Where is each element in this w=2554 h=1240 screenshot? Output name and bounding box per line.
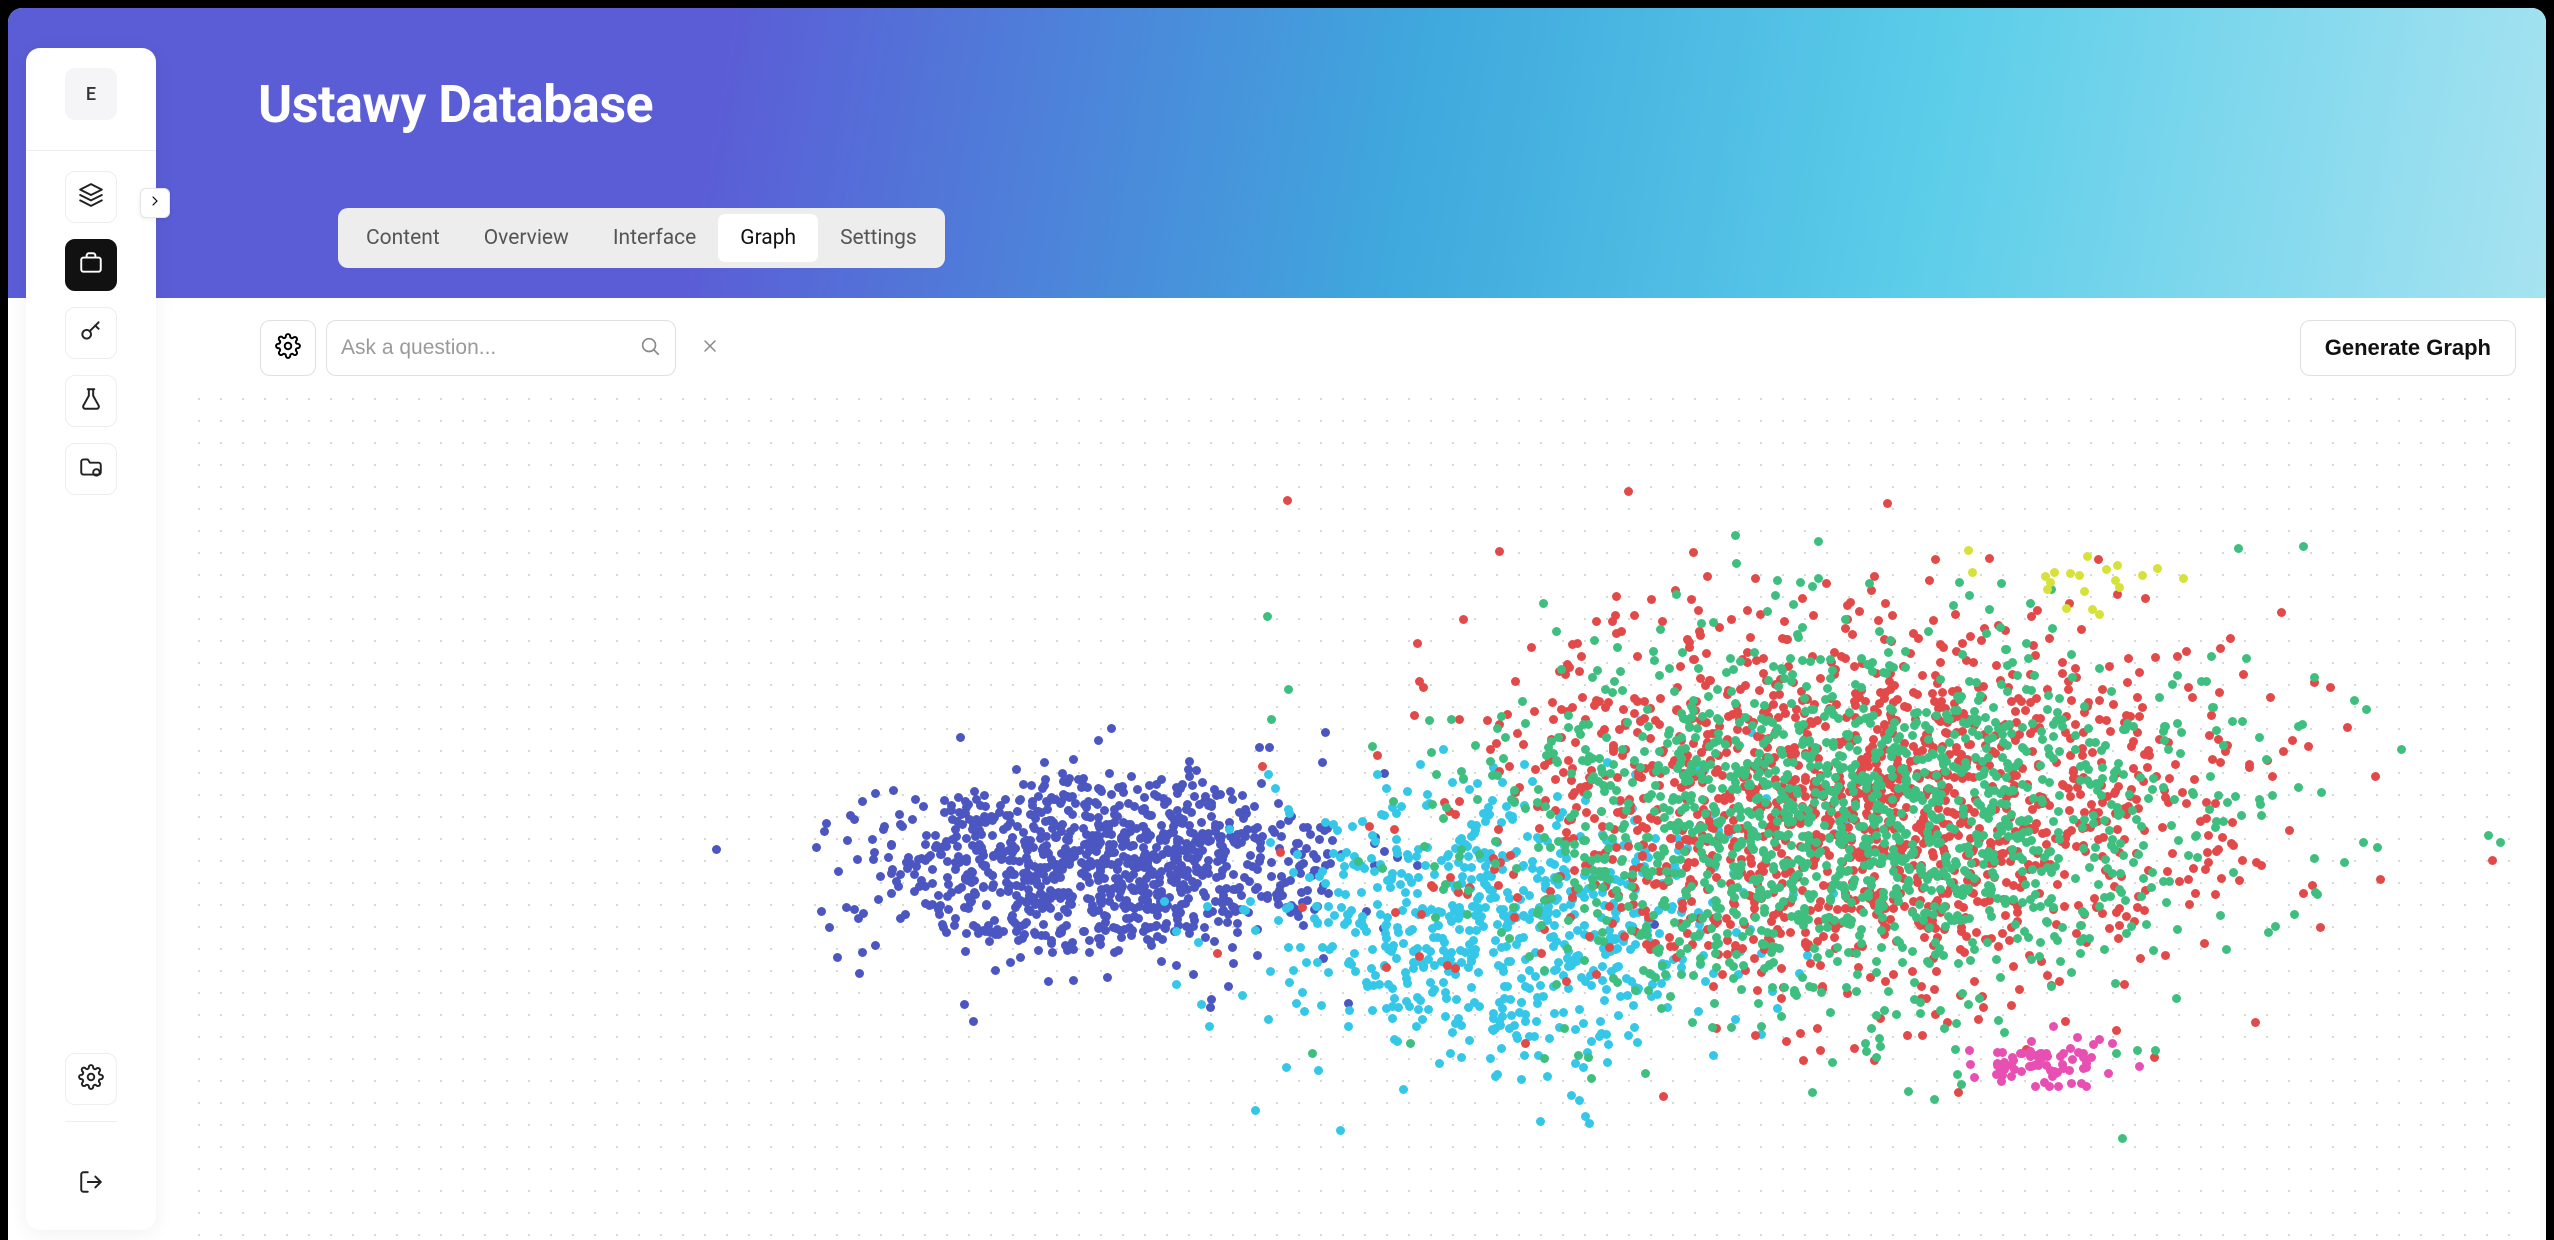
clear-search-button[interactable] xyxy=(686,320,734,376)
sidebar-item-keys[interactable] xyxy=(65,307,117,359)
key-icon xyxy=(78,318,104,348)
avatar[interactable]: E xyxy=(65,68,117,120)
app-frame: Ustawy Database Content Overview Interfa… xyxy=(8,8,2546,1240)
tab-graph[interactable]: Graph xyxy=(718,214,818,262)
page-title: Ustawy Database xyxy=(258,74,653,135)
folder-icon xyxy=(78,454,104,484)
tab-overview[interactable]: Overview xyxy=(462,214,591,262)
sidebar-item-folder[interactable] xyxy=(65,443,117,495)
close-icon xyxy=(700,333,720,363)
sidebar: E xyxy=(26,48,156,1230)
tab-settings[interactable]: Settings xyxy=(818,214,939,262)
sidebar-bottom xyxy=(65,1053,117,1210)
graph-settings-button[interactable] xyxy=(260,320,316,376)
nav-items xyxy=(65,171,117,495)
toolbar-right: Generate Graph xyxy=(2300,320,2516,376)
briefcase-icon xyxy=(78,250,104,280)
tab-content[interactable]: Content xyxy=(344,214,462,262)
toolbar-left xyxy=(260,320,734,376)
logout-icon xyxy=(78,1169,104,1199)
generate-graph-button[interactable]: Generate Graph xyxy=(2300,320,2516,376)
sidebar-item-settings[interactable] xyxy=(65,1053,117,1105)
sidebar-item-workspace[interactable] xyxy=(65,239,117,291)
chevron-right-icon xyxy=(147,193,163,213)
layers-icon xyxy=(78,182,104,212)
sidebar-item-logout[interactable] xyxy=(65,1158,117,1210)
sidebar-item-layers[interactable] xyxy=(65,171,117,223)
search-icon xyxy=(639,335,661,361)
scatter-plot[interactable] xyxy=(188,388,2526,1240)
search-box xyxy=(326,320,676,376)
sidebar-divider xyxy=(65,1121,117,1122)
flask-icon xyxy=(78,386,104,416)
tab-interface[interactable]: Interface xyxy=(591,214,718,262)
gear-icon xyxy=(78,1064,104,1094)
search-input[interactable] xyxy=(341,336,639,360)
content-area: Generate Graph xyxy=(168,298,2546,1240)
sidebar-item-lab[interactable] xyxy=(65,375,117,427)
tabs: Content Overview Interface Graph Setting… xyxy=(338,208,945,268)
sidebar-expand-button[interactable] xyxy=(140,188,170,218)
gear-icon xyxy=(275,333,301,363)
sidebar-divider xyxy=(26,150,156,151)
